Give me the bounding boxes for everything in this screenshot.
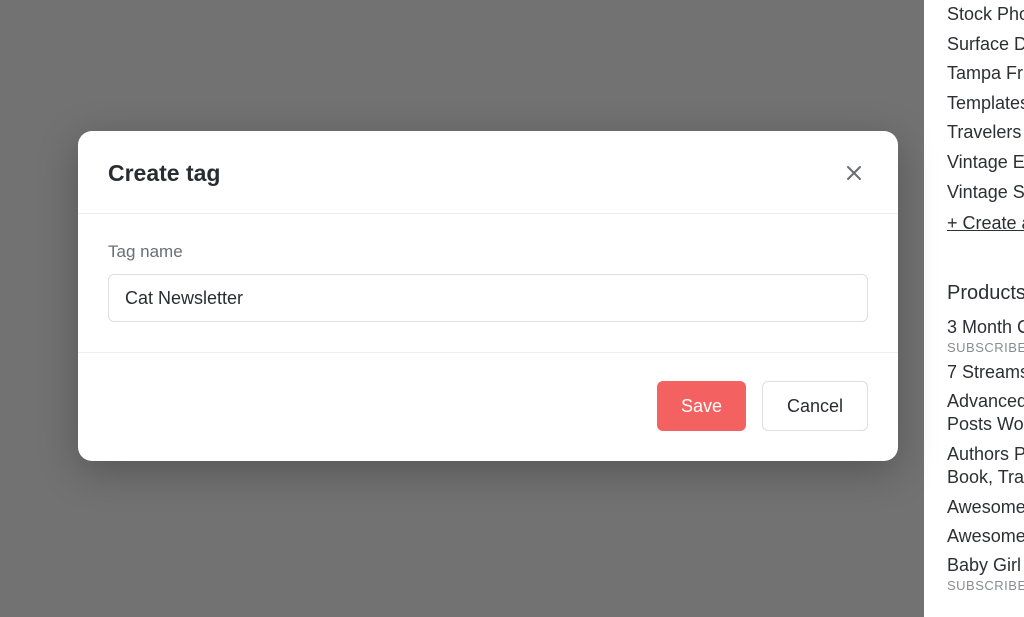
save-button[interactable]: Save <box>657 381 746 431</box>
modal-body: Tag name <box>78 214 898 353</box>
product-title: Baby Girl <box>947 554 1024 577</box>
product-title: 7 Streams <box>947 361 1024 384</box>
sidebar: Stock Photos Surface Design Tampa Friend… <box>947 0 1024 596</box>
product-item[interactable]: 7 Streams <box>947 358 1024 387</box>
close-button[interactable] <box>840 159 868 187</box>
product-title: 3 Month Coaching <box>947 316 1024 339</box>
tag-list: Stock Photos Surface Design Tampa Friend… <box>947 0 1024 240</box>
product-item[interactable]: Awesome <box>947 493 1024 522</box>
create-tag-modal: Create tag Tag name Save Cancel <box>78 131 898 461</box>
product-item[interactable]: Awesome <box>947 522 1024 551</box>
product-title: Advanced Blog Posts Workshop <box>947 390 1024 437</box>
sidebar-item-tag[interactable]: Travelers <box>947 118 1024 148</box>
create-tag-link[interactable]: + Create a Tag <box>947 207 1024 240</box>
product-subscribed-label: SUBSCRIBED TO <box>947 578 1024 593</box>
products-list: 3 Month Coaching SUBSCRIBED TO 7 Streams… <box>947 313 1024 596</box>
close-icon <box>846 165 862 181</box>
product-title: Authors Picture Book, Travel <box>947 443 1024 490</box>
sidebar-item-tag[interactable]: Templates <box>947 89 1024 119</box>
tag-name-label: Tag name <box>108 242 868 262</box>
sidebar-item-tag[interactable]: Vintage Ephemera <box>947 148 1024 178</box>
product-item[interactable]: Authors Picture Book, Travel <box>947 440 1024 493</box>
cancel-button[interactable]: Cancel <box>762 381 868 431</box>
modal-footer: Save Cancel <box>78 353 898 461</box>
modal-header: Create tag <box>78 131 898 214</box>
product-title: Awesome <box>947 525 1024 548</box>
sidebar-item-tag[interactable]: Vintage Style <box>947 178 1024 208</box>
product-item[interactable]: 3 Month Coaching SUBSCRIBED TO <box>947 313 1024 357</box>
product-title: Awesome <box>947 496 1024 519</box>
sidebar-item-tag[interactable]: Tampa Friends <box>947 59 1024 89</box>
product-subscribed-label: SUBSCRIBED TO <box>947 340 1024 355</box>
sidebar-item-tag[interactable]: Surface Design <box>947 30 1024 60</box>
product-item[interactable]: Advanced Blog Posts Workshop <box>947 387 1024 440</box>
product-item[interactable]: Baby Girl SUBSCRIBED TO <box>947 551 1024 595</box>
tag-name-input[interactable] <box>108 274 868 322</box>
sidebar-item-tag[interactable]: Stock Photos <box>947 0 1024 30</box>
modal-title: Create tag <box>108 160 220 187</box>
products-heading: Products <box>947 282 1024 305</box>
